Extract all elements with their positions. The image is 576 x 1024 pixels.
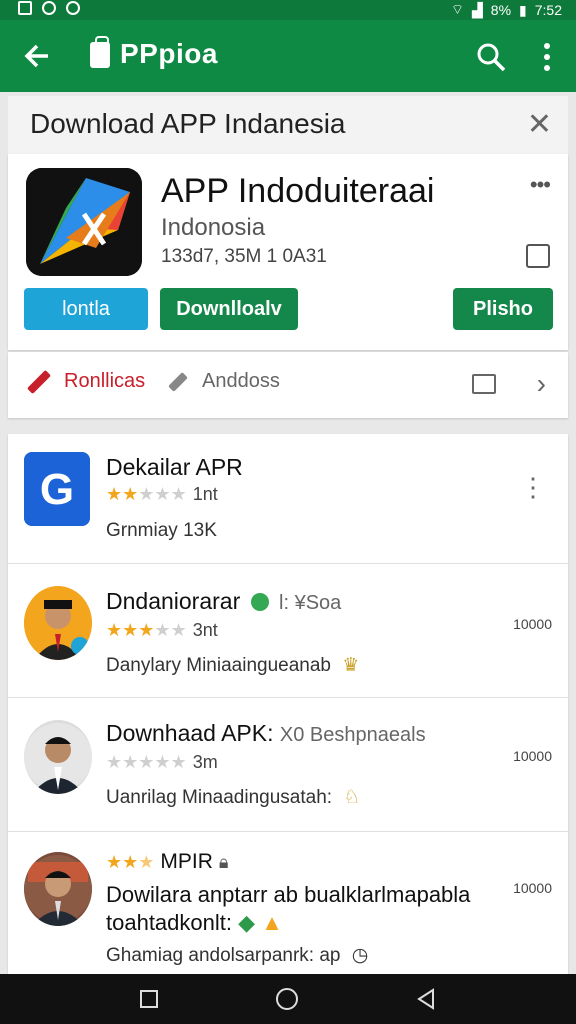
publish-button[interactable]: Plisho xyxy=(453,288,553,330)
rating-stars: ★★★★★ 3m xyxy=(106,752,218,772)
android-icon xyxy=(66,1,80,15)
app-toolbar: PPpioa xyxy=(0,20,576,92)
banner-text: Download APP Indanesia xyxy=(30,108,346,139)
app-logo xyxy=(26,168,142,276)
download-count: 10000 xyxy=(513,616,552,632)
item-subtitle-row: Uanrilag Minaadingusatah: ♘ xyxy=(106,786,360,809)
battery-text: 8% xyxy=(490,2,512,18)
nav-back-icon[interactable] xyxy=(414,987,438,1011)
lock-icon: 🔒︎ xyxy=(218,851,229,872)
toolbar-title: PPpioa xyxy=(120,38,218,69)
tab-strip: Ronllicas Anddoss › xyxy=(8,352,568,418)
crown-icon: ♛ xyxy=(342,655,360,676)
item-subtitle: Grnmiay 13K xyxy=(106,520,217,541)
app-meta: 133d7, 35M 1 0A31 xyxy=(161,246,327,267)
item-title: Dekailar APR xyxy=(106,454,243,480)
wifi-icon: ⌔ xyxy=(450,1,465,17)
pencil-icon xyxy=(26,369,52,394)
tab-reviews[interactable]: Ronllicas xyxy=(26,369,146,394)
g-logo-icon: G xyxy=(24,452,90,526)
system-navigation-bar xyxy=(0,974,576,1024)
item-title-row: Downhaad APK: X0 Beshpnaeals xyxy=(106,720,426,747)
tab-reviews-label: Ronllicas xyxy=(64,370,146,392)
search-icon[interactable] xyxy=(474,40,508,74)
rating-text: 3m xyxy=(192,752,218,772)
app-name: APP Indoduiteraai xyxy=(161,172,435,210)
download-count: 10000 xyxy=(513,748,552,764)
install-button[interactable]: lontla xyxy=(24,288,148,330)
profile-avatar xyxy=(24,586,92,660)
download-count: 10000 xyxy=(513,880,552,896)
app-detail-card: APP Indoduiteraai Indonosia 133d7, 35M 1… xyxy=(8,154,568,350)
battery-icon: ▮ xyxy=(519,1,527,18)
back-arrow-icon[interactable] xyxy=(20,38,56,74)
list-item[interactable]: Dndaniorarar l: ¥Soa ★★★★★ 3nt Danylary … xyxy=(8,564,568,698)
item-menu-icon[interactable]: ⋮ xyxy=(520,474,546,500)
app-list: G Dekailar APR ★★★★★ 1nt Grnmiay 13K ⋮ D… xyxy=(8,434,568,974)
item-title-line-1: Dowilara anptarr ab bualklarlmapabla xyxy=(106,882,471,907)
rating-stars: ★★★ MPIR 🔒︎ xyxy=(106,850,229,873)
clock: 7:52 xyxy=(534,2,562,18)
home-icon[interactable] xyxy=(276,988,298,1010)
list-item[interactable]: ★★★ MPIR 🔒︎ Dowilara anptarr ab bualklar… xyxy=(8,832,568,974)
app-country: Indonosia xyxy=(161,214,266,241)
rating-text: 1nt xyxy=(192,484,218,504)
list-item[interactable]: G Dekailar APR ★★★★★ 1nt Grnmiay 13K ⋮ xyxy=(8,434,568,564)
item-subtitle: Danylary Miniaaingueanab xyxy=(106,655,331,676)
rating-text: 3nt xyxy=(192,620,218,640)
chevron-right-icon[interactable]: › xyxy=(537,368,546,400)
tab-android[interactable]: Anddoss xyxy=(168,370,280,393)
download-button[interactable]: Downlloalv xyxy=(160,288,298,330)
item-subtitle-row: Ghamiag andolsarpanrk: ap ◷ xyxy=(106,944,368,967)
pencil-icon xyxy=(168,371,188,392)
triangle-icon: ▲ xyxy=(261,910,283,935)
item-subtitle: Ghamiag andolsarpanrk: ap xyxy=(106,945,341,966)
svg-text:G: G xyxy=(40,465,74,514)
item-subtitle-row: Danylary Miniaaingueanab ♛ xyxy=(106,654,359,677)
sync-icon xyxy=(42,1,56,15)
tab-android-label: Anddoss xyxy=(202,370,280,392)
money-icon: ◆ xyxy=(238,910,256,935)
bell-icon: ♘ xyxy=(343,787,361,808)
signal-icon: ▟ xyxy=(472,1,483,18)
play-store-bag-icon xyxy=(90,36,110,68)
download-banner: Download APP Indanesia ✕ xyxy=(8,96,568,154)
item-subtitle: Uanrilag Minaadingusatah: xyxy=(106,787,333,808)
item-title-extra: X0 Beshpnaeals xyxy=(279,724,426,746)
item-title-extra: l: ¥Soa xyxy=(279,592,342,614)
close-icon[interactable]: ✕ xyxy=(527,110,552,140)
item-title: Downhaad APK: xyxy=(106,720,274,746)
play-badge-icon xyxy=(250,593,269,611)
item-title-line-2: toahtadkonlt: xyxy=(106,910,232,935)
bookmark-icon[interactable] xyxy=(526,244,550,268)
profile-avatar xyxy=(24,852,92,926)
status-bar: ⌔ ▟ 8% ▮ 7:52 xyxy=(0,0,576,20)
rating-stars: ★★★★★ 3nt xyxy=(106,620,218,640)
notification-icon xyxy=(18,1,32,15)
item-title-row: Dndaniorarar l: ¥Soa xyxy=(106,588,341,615)
clock-icon: ◷ xyxy=(351,945,369,966)
profile-avatar xyxy=(24,720,92,794)
more-options-icon[interactable]: ••• xyxy=(530,172,551,198)
item-badge-text: MPIR xyxy=(160,850,213,873)
comment-icon[interactable] xyxy=(472,374,496,394)
list-item[interactable]: Downhaad APK: X0 Beshpnaeals ★★★★★ 3m Ua… xyxy=(8,698,568,832)
overflow-menu-icon[interactable] xyxy=(532,40,562,74)
rating-stars: ★★★★★ 1nt xyxy=(106,484,218,504)
item-title-line-2-row: toahtadkonlt: ◆ ▲ xyxy=(106,910,283,936)
recents-icon[interactable] xyxy=(140,990,158,1008)
item-title: Dndaniorarar xyxy=(106,588,241,614)
